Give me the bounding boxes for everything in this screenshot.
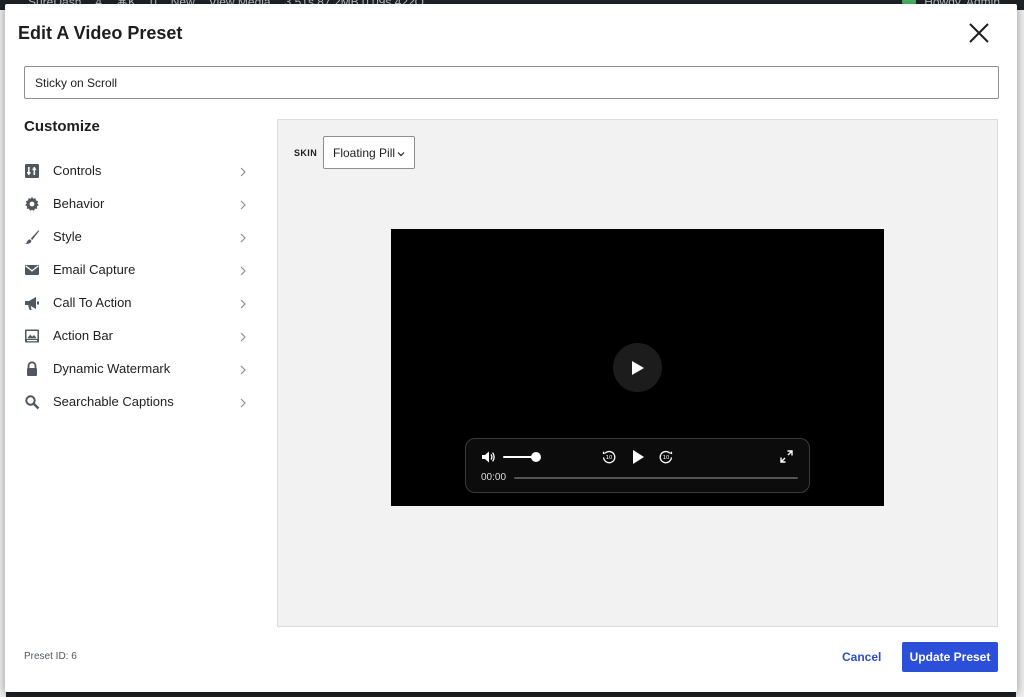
skin-select-value: Floating Pill: [333, 145, 396, 160]
play-icon: [631, 360, 644, 375]
edit-preset-modal: Edit A Video Preset Customize Controls B…: [5, 4, 1017, 692]
forward-10-icon[interactable]: 10: [659, 450, 673, 464]
megaphone-icon: [24, 295, 40, 311]
chevron-right-icon: [237, 396, 249, 408]
svg-text:10: 10: [663, 455, 670, 461]
chevron-right-icon: [237, 363, 249, 375]
big-play-button[interactable]: [613, 343, 662, 392]
rewind-10-icon[interactable]: 10: [602, 450, 616, 464]
menu-item-label: Email Capture: [53, 262, 136, 277]
cancel-button[interactable]: Cancel: [842, 646, 881, 668]
skin-select[interactable]: Floating Pill: [323, 136, 415, 169]
lock-icon: [24, 360, 40, 377]
controls-icon: [24, 163, 40, 179]
chevron-right-icon: [237, 165, 249, 177]
modal-title: Edit A Video Preset: [18, 23, 183, 43]
player-control-bar: 10 10 00:00: [465, 438, 810, 493]
volume-icon[interactable]: [481, 450, 496, 464]
preview-panel: SKIN Floating Pill 10 10 00:00: [277, 119, 998, 627]
menu-item-searchable-captions[interactable]: Searchable Captions: [24, 385, 249, 418]
chevron-right-icon: [237, 264, 249, 276]
chevron-down-icon: [396, 148, 406, 158]
preset-name-input[interactable]: [24, 66, 999, 99]
menu-item-label: Call To Action: [53, 295, 132, 310]
preset-id: Preset ID: 6: [24, 651, 77, 662]
video-player[interactable]: 10 10 00:00: [391, 229, 884, 506]
background-page: [1016, 10, 1024, 697]
gear-icon: [24, 196, 40, 212]
progress-bar[interactable]: [514, 477, 798, 479]
svg-text:10: 10: [606, 455, 613, 461]
chevron-right-icon: [237, 198, 249, 210]
menu-item-controls[interactable]: Controls: [24, 154, 249, 187]
brush-icon: [24, 229, 40, 245]
volume-slider-handle[interactable]: [531, 452, 541, 462]
image-icon: [24, 328, 40, 344]
current-time: 00:00: [481, 472, 507, 483]
menu-item-call-to-action[interactable]: Call To Action: [24, 286, 249, 319]
update-preset-button[interactable]: Update Preset: [902, 642, 998, 672]
envelope-icon: [24, 262, 40, 278]
menu-item-behavior[interactable]: Behavior: [24, 187, 249, 220]
menu-item-dynamic-watermark[interactable]: Dynamic Watermark: [24, 352, 249, 385]
chevron-right-icon: [237, 297, 249, 309]
menu-item-email-capture[interactable]: Email Capture: [24, 253, 249, 286]
close-icon: [969, 23, 989, 43]
skin-label: SKIN: [294, 148, 318, 158]
search-icon: [24, 394, 40, 410]
menu-item-label: Style: [53, 229, 82, 244]
menu-item-style[interactable]: Style: [24, 220, 249, 253]
chevron-right-icon: [237, 231, 249, 243]
close-button[interactable]: [966, 20, 992, 46]
chevron-right-icon: [237, 330, 249, 342]
play-icon[interactable]: [631, 449, 645, 465]
menu-item-action-bar[interactable]: Action Bar: [24, 319, 249, 352]
menu-item-label: Searchable Captions: [53, 394, 174, 409]
customize-menu: Controls Behavior Style Email Capture Ca…: [24, 154, 249, 418]
menu-item-label: Behavior: [53, 196, 105, 211]
menu-item-label: Controls: [53, 163, 102, 178]
menu-item-label: Action Bar: [53, 328, 113, 343]
fullscreen-icon[interactable]: [780, 450, 793, 463]
customize-heading: Customize: [24, 118, 100, 135]
menu-item-label: Dynamic Watermark: [53, 361, 171, 376]
